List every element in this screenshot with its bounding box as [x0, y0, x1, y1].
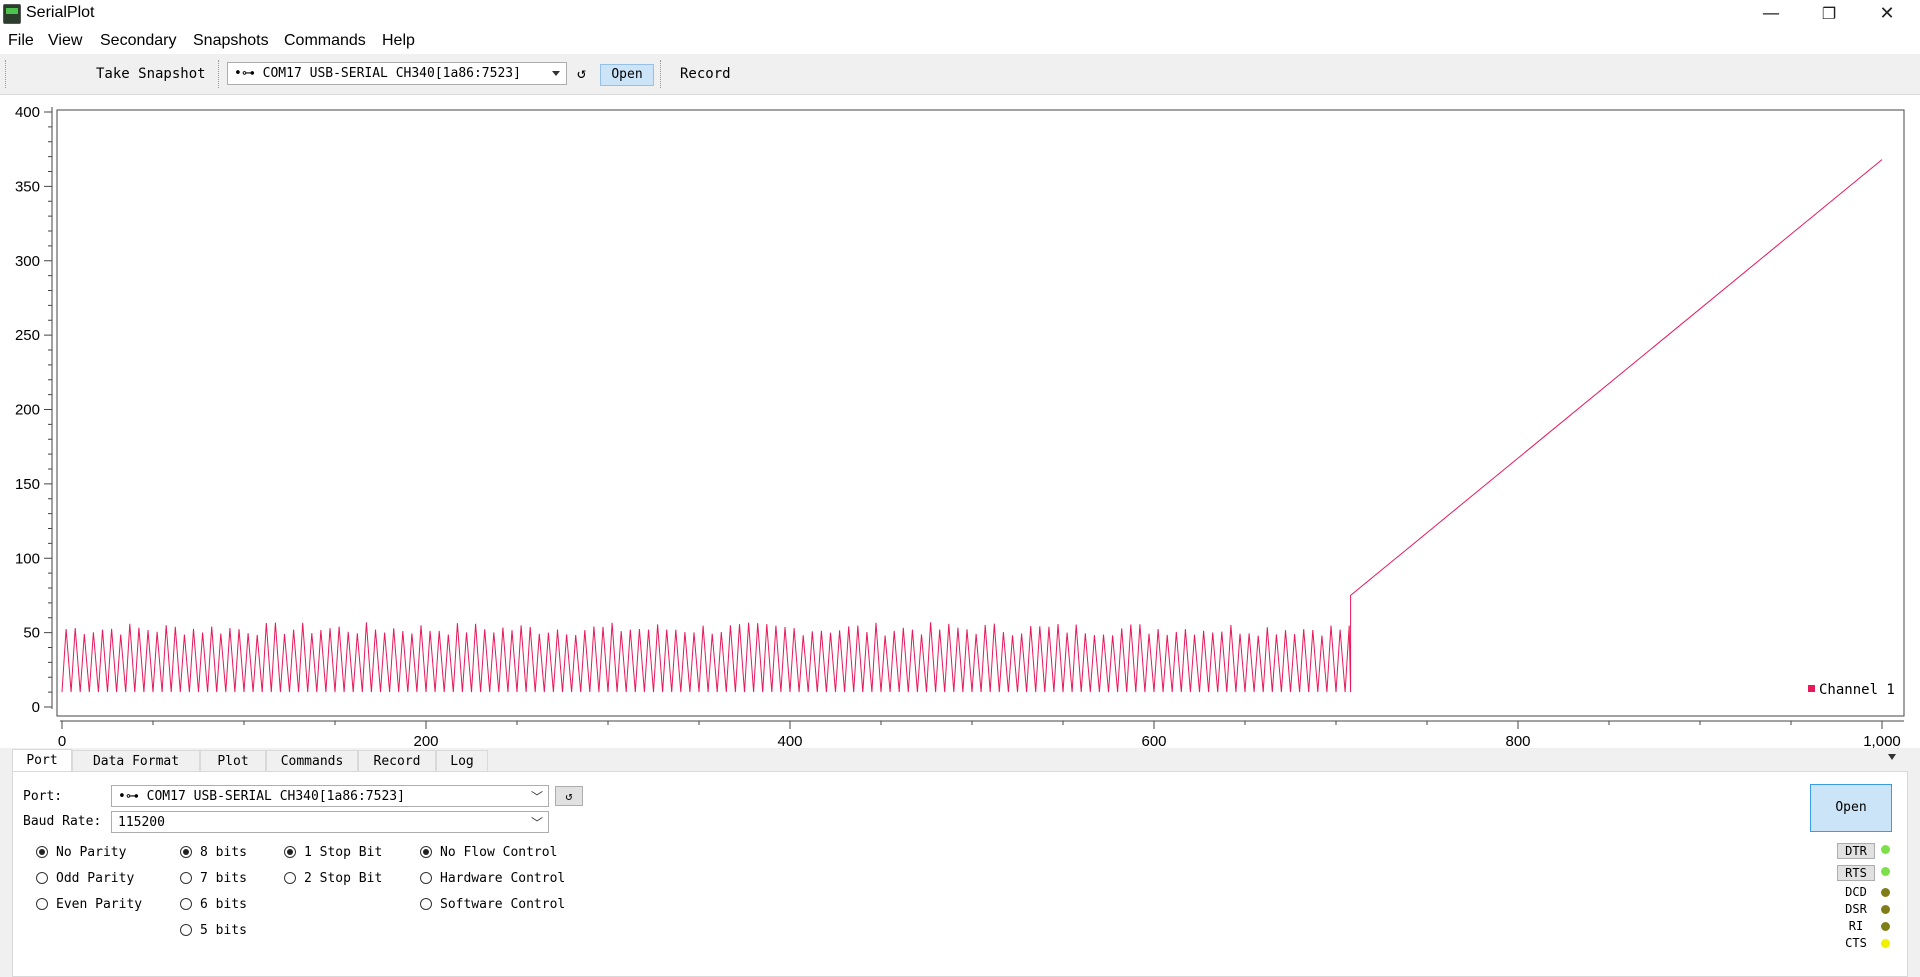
radio-dot: [420, 846, 432, 858]
radio-dot: [420, 898, 432, 910]
menu-view[interactable]: View: [48, 32, 82, 50]
tab-data-format[interactable]: Data Format: [72, 750, 200, 771]
radio-dot: [36, 872, 48, 884]
tab-menu-arrow-icon[interactable]: [1888, 754, 1896, 760]
y-tick-label: 50: [23, 625, 40, 642]
tab-record[interactable]: Record: [358, 750, 436, 771]
port-label: Port:: [23, 789, 63, 804]
ri-label: RI: [1848, 919, 1864, 933]
cts-led: [1881, 939, 1890, 948]
restore-button[interactable]: ❐: [1800, 0, 1858, 30]
dsr-led: [1881, 905, 1890, 914]
x-tick-label: 200: [413, 733, 438, 748]
tab-port[interactable]: Port: [12, 749, 72, 772]
cts-label: CTS: [1845, 936, 1867, 950]
app-icon: [3, 4, 21, 24]
toolbar: Take Snapshot •⊶ COM17 USB-SERIAL CH340[…: [0, 54, 1920, 95]
legend-swatch: [1808, 685, 1815, 692]
baud-rate-label: Baud Rate:: [23, 814, 102, 829]
x-tick-label: 400: [777, 733, 802, 748]
toolbar-port-value: •⊶ COM17 USB-SERIAL CH340[1a86:7523]: [234, 66, 521, 81]
y-tick-label: 200: [15, 402, 40, 419]
y-tick-label: 250: [15, 327, 40, 344]
menu-snapshots[interactable]: Snapshots: [193, 32, 269, 50]
rts-button[interactable]: RTS: [1837, 865, 1875, 881]
title-bar: SerialPlot — ❐ ✕: [0, 0, 1920, 30]
open-port-button[interactable]: Open: [1810, 784, 1892, 832]
port-select-value: •⊶ COM17 USB-SERIAL CH340[1a86:7523]: [118, 789, 405, 804]
port-select[interactable]: •⊶ COM17 USB-SERIAL CH340[1a86:7523] ﹀: [111, 785, 549, 807]
chevron-down-icon: ﹀: [530, 816, 543, 830]
tab-commands[interactable]: Commands: [266, 750, 358, 771]
radio-dot: [36, 846, 48, 858]
radio-dot: [180, 872, 192, 884]
menu-file[interactable]: File: [8, 32, 34, 50]
dcd-led: [1881, 888, 1890, 897]
x-tick-label: 800: [1505, 733, 1530, 748]
radio-dot: [284, 872, 296, 884]
plot-chart[interactable]: 0 50 100 150 200 250 300 350 400 0 200 400 600 800 1,0…: [0, 95, 1920, 748]
dtr-led: [1881, 845, 1890, 854]
x-tick-label: 1,000: [1863, 733, 1901, 748]
toolbar-grip[interactable]: [5, 60, 9, 88]
y-tick-label: 0: [32, 699, 40, 716]
minimize-button[interactable]: —: [1742, 0, 1800, 30]
window-title: SerialPlot: [26, 4, 95, 21]
baud-rate-select[interactable]: 115200 ﹀: [111, 811, 549, 833]
toolbar-grip[interactable]: [218, 60, 222, 88]
y-tick-label: 100: [15, 550, 40, 567]
toolbar-open-button[interactable]: Open: [600, 64, 654, 86]
dtr-button[interactable]: DTR: [1837, 843, 1875, 859]
tab-log[interactable]: Log: [436, 750, 488, 771]
baud-rate-value: 115200: [118, 815, 165, 830]
record-button[interactable]: Record: [680, 66, 731, 82]
radio-dot: [180, 924, 192, 936]
take-snapshot-button[interactable]: Take Snapshot: [96, 66, 206, 82]
port-panel: Port: •⊶ COM17 USB-SERIAL CH340[1a86:752…: [12, 771, 1908, 977]
refresh-icon[interactable]: ↺: [577, 64, 586, 82]
legend-label: Channel 1: [1819, 682, 1895, 698]
rts-led: [1881, 867, 1890, 876]
menu-bar: File View Secondary Snapshots Commands H…: [0, 30, 1920, 54]
y-tick-label: 300: [15, 253, 40, 270]
plot-frame: [56, 109, 1905, 717]
port-refresh-button[interactable]: ↺: [555, 786, 583, 806]
toolbar-grip[interactable]: [660, 60, 664, 88]
menu-help[interactable]: Help: [382, 32, 415, 50]
radio-dot: [420, 872, 432, 884]
dcd-label: DCD: [1845, 885, 1867, 899]
radio-dot: [180, 846, 192, 858]
menu-commands[interactable]: Commands: [284, 32, 366, 50]
y-tick-label: 350: [15, 178, 40, 195]
radio-dot: [36, 898, 48, 910]
x-tick-label: 600: [1141, 733, 1166, 748]
x-tick-label: 0: [58, 733, 66, 748]
y-tick-label: 150: [15, 476, 40, 493]
y-tick-label: 400: [15, 104, 40, 121]
menu-secondary[interactable]: Secondary: [100, 32, 177, 50]
radio-dot: [284, 846, 296, 858]
toolbar-port-select[interactable]: •⊶ COM17 USB-SERIAL CH340[1a86:7523]: [227, 62, 567, 85]
plot-area[interactable]: 0 50 100 150 200 250 300 350 400 0 200 400 600 800 1,0…: [0, 95, 1920, 748]
close-button[interactable]: ✕: [1858, 0, 1916, 30]
dsr-label: DSR: [1845, 902, 1867, 916]
ri-led: [1881, 922, 1890, 931]
radio-dot: [180, 898, 192, 910]
dropdown-arrow-icon: [552, 71, 560, 76]
chevron-down-icon: ﹀: [530, 790, 543, 804]
tab-plot[interactable]: Plot: [200, 750, 266, 771]
